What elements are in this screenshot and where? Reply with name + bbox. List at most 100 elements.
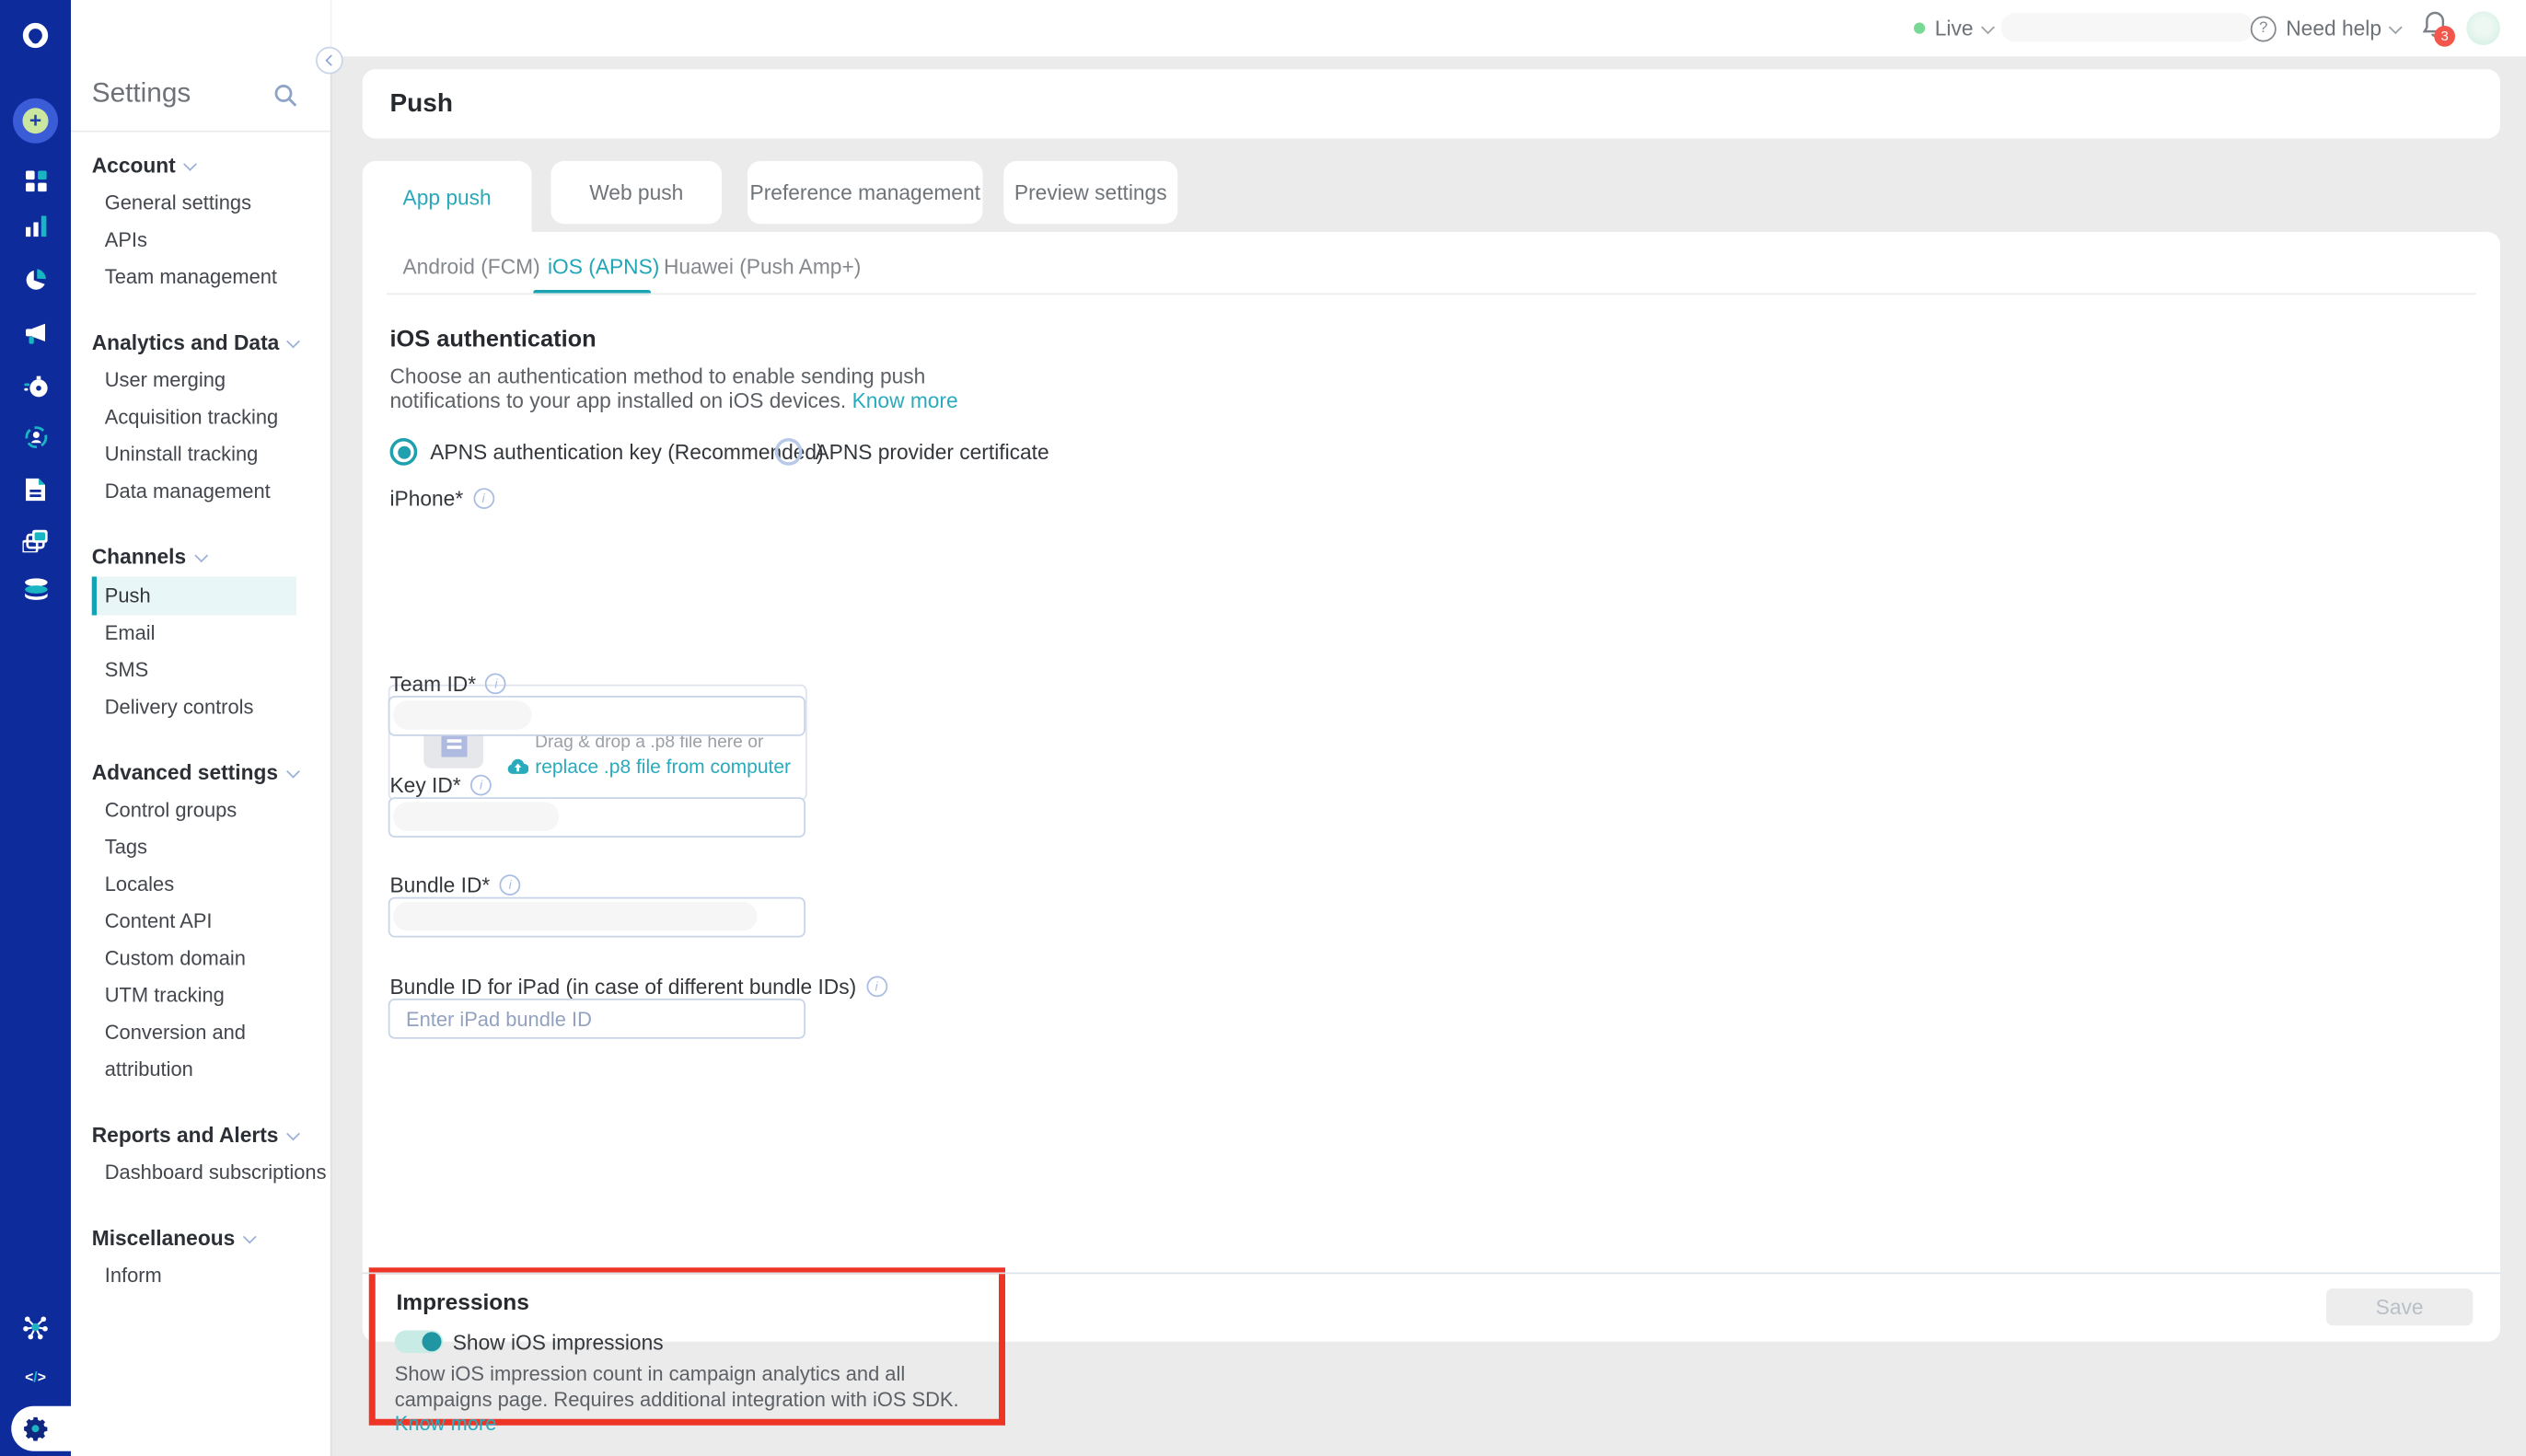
nav-group-advanced-settings[interactable]: Advanced settings: [71, 749, 330, 792]
key-id-input[interactable]: [388, 797, 805, 838]
analytics-bars-icon[interactable]: [23, 213, 49, 238]
bundle-id-input[interactable]: [388, 896, 805, 938]
sidebar-item-user-merging[interactable]: User merging: [71, 363, 330, 399]
footer-divider: [362, 1272, 2500, 1275]
subtab-android-fcm[interactable]: Android (FCM): [403, 255, 540, 279]
toggle-label: Show iOS impressions: [452, 1330, 664, 1355]
info-icon[interactable]: i: [865, 976, 887, 998]
user-avatar[interactable]: [2466, 11, 2500, 45]
sidebar-item-sms[interactable]: SMS: [71, 653, 330, 689]
settings-card: Android (FCM) iOS (APNS) Huawei (Push Am…: [362, 232, 2500, 1435]
nav-group-channels[interactable]: Channels: [71, 533, 330, 576]
flows-stopwatch-icon[interactable]: [23, 374, 49, 399]
sidebar-item-inform[interactable]: Inform: [71, 1258, 330, 1295]
sidebar-item-dashboard-subscriptions[interactable]: Dashboard subscriptions: [71, 1155, 330, 1192]
settings-gear-icon[interactable]: [22, 1415, 50, 1442]
chevron-left-icon: [325, 54, 337, 66]
sidebar-item-uninstall-tracking[interactable]: Uninstall tracking: [71, 436, 330, 473]
show-ios-impressions-toggle[interactable]: [394, 1330, 444, 1353]
radio-selected-icon[interactable]: [389, 438, 418, 466]
sidebar-item-custom-domain[interactable]: Custom domain: [71, 941, 330, 977]
developer-code-icon[interactable]: </>: [23, 1364, 49, 1390]
notifications-bell[interactable]: 3: [2421, 10, 2460, 52]
sidebar-item-delivery-controls[interactable]: Delivery controls: [71, 689, 330, 726]
environment-switcher[interactable]: Live: [1914, 0, 1995, 56]
replace-file-link[interactable]: replace .p8 file from computer: [507, 756, 791, 778]
annotation-highlight-box: Impressions Show iOS impressions Show iO…: [368, 1267, 1005, 1435]
sidebar-divider: [71, 130, 330, 133]
top-bar: Live ? Need help 3: [330, 0, 2526, 57]
sidebar-item-team-management[interactable]: Team management: [71, 260, 330, 296]
sidebar-item-conversion-and-attribution[interactable]: Conversion and attribution: [71, 1015, 330, 1090]
tab-web-push[interactable]: Web push: [550, 161, 722, 225]
cards-layers-icon[interactable]: [22, 526, 49, 552]
upload-cloud-icon: [507, 758, 529, 774]
nav-group-account[interactable]: Account: [71, 142, 330, 185]
chevron-down-icon: [1980, 19, 1995, 34]
radio-unselected-icon[interactable]: [774, 438, 803, 466]
sidebar-item-tags[interactable]: Tags: [71, 829, 330, 866]
chevron-down-icon: [242, 1229, 257, 1243]
data-database-icon[interactable]: [23, 577, 49, 603]
know-more-link[interactable]: Know more: [395, 1413, 497, 1436]
radio-apns-certificate[interactable]: APNS provider certificate: [774, 438, 1049, 466]
nav-group-analytics-and-data[interactable]: Analytics and Data: [71, 319, 330, 363]
need-help-menu[interactable]: ? Need help: [2250, 0, 2404, 56]
sidebar-item-utm-tracking[interactable]: UTM tracking: [71, 977, 330, 1014]
impressions-description: Show iOS impression count in campaign an…: [394, 1362, 959, 1436]
need-help-label: Need help: [2286, 16, 2381, 40]
sidebar-item-content-api[interactable]: Content API: [71, 904, 330, 941]
sidebar-collapse-button[interactable]: [316, 46, 343, 75]
segments-pie-icon[interactable]: [23, 268, 49, 294]
radio-apns-key[interactable]: APNS authentication key (Recommended): [389, 438, 824, 466]
search-icon[interactable]: [274, 84, 298, 108]
dashboard-grid-icon[interactable]: [23, 168, 49, 193]
sidebar-item-push[interactable]: Push: [91, 576, 296, 616]
nav-group-reports-and-alerts[interactable]: Reports and Alerts: [71, 1112, 330, 1155]
settings-sidebar: Settings Account General settings APIs T…: [71, 0, 330, 1456]
audience-target-icon[interactable]: [23, 423, 49, 449]
sidebar-item-control-groups[interactable]: Control groups: [71, 792, 330, 829]
know-more-link[interactable]: Know more: [852, 388, 958, 412]
main-content: Push App push Web push Preference manage…: [330, 56, 2526, 1456]
chevron-down-icon: [2389, 19, 2404, 34]
team-id-label: Team ID* i: [390, 672, 507, 696]
tab-preview-settings[interactable]: Preview settings: [1003, 161, 1178, 225]
chevron-down-icon: [193, 548, 208, 562]
subtab-ios-apns[interactable]: iOS (APNS): [548, 255, 659, 279]
tab-app-push[interactable]: App push: [362, 161, 532, 232]
key-id-label: Key ID* i: [390, 773, 492, 797]
campaigns-megaphone-icon[interactable]: [23, 320, 49, 346]
sidebar-item-data-management[interactable]: Data management: [71, 474, 330, 511]
sidebar-item-acquisition-tracking[interactable]: Acquisition tracking: [71, 399, 330, 436]
sidebar-item-apis[interactable]: APIs: [71, 223, 330, 260]
info-icon[interactable]: i: [472, 488, 494, 509]
sidebar-item-general-settings[interactable]: General settings: [71, 185, 330, 222]
nav-group-miscellaneous[interactable]: Miscellaneous: [71, 1215, 330, 1258]
sidebar-item-locales[interactable]: Locales: [71, 867, 330, 904]
subtab-huawei-push-amp[interactable]: Huawei (Push Amp+): [664, 255, 861, 279]
ios-auth-heading: iOS authentication: [389, 327, 597, 353]
live-status-dot: [1914, 22, 1926, 34]
redacted-value: [393, 700, 532, 730]
moengage-logo-icon[interactable]: [22, 22, 49, 49]
ipad-bundle-id-input[interactable]: Enter iPad bundle ID: [388, 999, 805, 1039]
ios-auth-description: Choose an authentication method to enabl…: [389, 364, 958, 413]
sidebar-nav: Account General settings APIs Team manag…: [71, 142, 330, 1295]
sidebar-item-email[interactable]: Email: [71, 616, 330, 653]
chevron-down-icon: [285, 763, 300, 778]
app-root: + </> Settings Account General settings …: [0, 0, 2526, 1456]
tab-preference-management[interactable]: Preference management: [747, 161, 983, 225]
info-icon[interactable]: i: [470, 774, 492, 796]
integrations-hub-icon[interactable]: [23, 1314, 49, 1340]
page-title: Push: [389, 90, 453, 118]
info-icon[interactable]: i: [485, 673, 507, 695]
templates-document-icon[interactable]: [23, 477, 49, 503]
save-button[interactable]: Save: [2326, 1288, 2474, 1326]
chevron-down-icon: [286, 333, 301, 348]
redacted-value: [393, 902, 758, 931]
create-plus-button[interactable]: +: [13, 98, 58, 144]
input-placeholder: Enter iPad bundle ID: [406, 1007, 592, 1031]
info-icon[interactable]: i: [499, 874, 521, 896]
team-id-input[interactable]: [388, 696, 805, 736]
